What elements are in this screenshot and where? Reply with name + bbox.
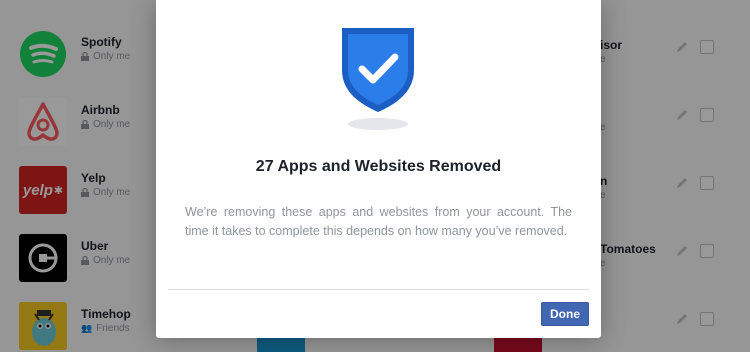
removal-confirmation-dialog: 27 Apps and Websites Removed We’re remov…	[156, 0, 601, 338]
icon-shadow	[348, 118, 408, 130]
dialog-title: 27 Apps and Websites Removed	[255, 158, 502, 175]
dialog-message: We’re removing these apps and websites f…	[185, 205, 572, 238]
dialog-divider	[168, 289, 589, 290]
done-button[interactable]: Done	[541, 302, 589, 326]
shield-check-icon	[340, 26, 416, 114]
